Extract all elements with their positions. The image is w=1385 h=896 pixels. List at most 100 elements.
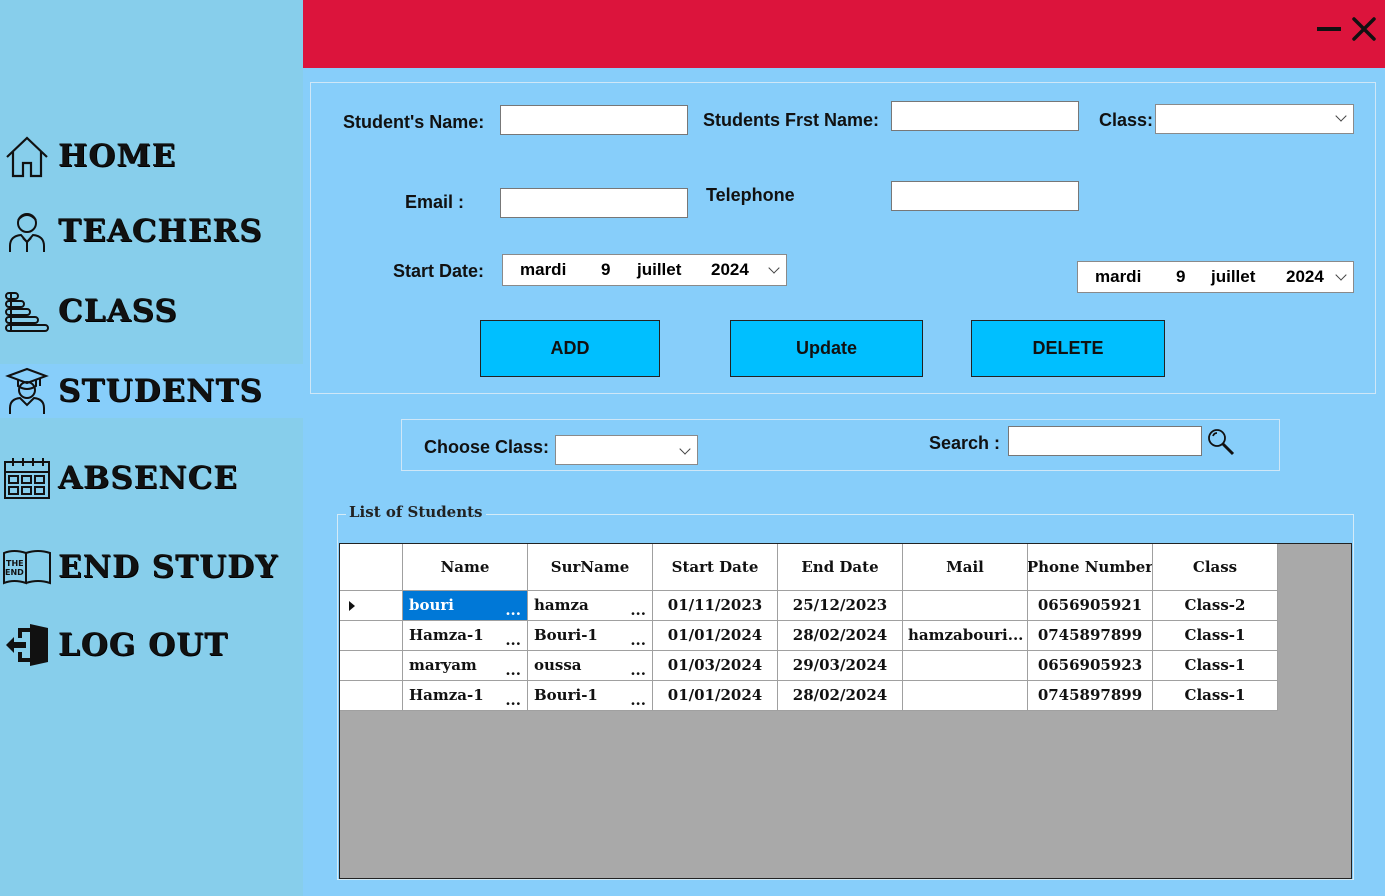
sidebar-item-log-out[interactable]: LOG OUT (0, 617, 303, 673)
table-cell-end[interactable]: 28/02/2024 (778, 681, 903, 711)
title-bar (303, 0, 1385, 68)
column-header[interactable]: Class (1153, 544, 1278, 591)
cell-text: Hamza-1 (409, 626, 484, 644)
table-cell-start[interactable]: 01/01/2024 (653, 621, 778, 651)
table-cell-mail[interactable] (903, 681, 1028, 711)
row-header[interactable] (340, 681, 403, 711)
sidebar-item-students[interactable]: STUDENTS (0, 364, 303, 418)
sidebar-item-label: END STUDY (58, 549, 279, 585)
start-date-weekday: mardi (520, 260, 567, 279)
class-label: Class: (1099, 110, 1154, 130)
svg-text:THE: THE (6, 559, 24, 568)
cell-ellipsis: ... (505, 691, 521, 709)
table-cell-end[interactable]: 28/02/2024 (778, 621, 903, 651)
student-name-label: Student's Name: (343, 112, 485, 132)
table-cell-end[interactable]: 25/12/2023 (778, 591, 903, 621)
sidebar-item-home[interactable]: HOME (0, 128, 303, 184)
table-cell-class[interactable]: Class-1 (1153, 651, 1278, 681)
table-cell-class[interactable]: Class-2 (1153, 591, 1278, 621)
search-icon[interactable] (1206, 427, 1236, 457)
first-name-input[interactable] (891, 101, 1079, 131)
sidebar-item-teachers[interactable]: TEACHERS (0, 203, 303, 259)
cell-ellipsis: ... (505, 631, 521, 649)
email-input[interactable] (500, 188, 688, 218)
column-header[interactable]: Phone Number (1028, 544, 1153, 591)
cell-ellipsis: ... (630, 691, 646, 709)
table-cell-mail[interactable] (903, 651, 1028, 681)
table-corner-cell (340, 544, 403, 591)
table-cell-phone[interactable]: 0656905923 (1028, 651, 1153, 681)
row-header[interactable] (340, 591, 403, 621)
column-header[interactable]: Start Date (653, 544, 778, 591)
table-cell-start[interactable]: 01/03/2024 (653, 651, 778, 681)
table-cell-phone[interactable]: 0745897899 (1028, 621, 1153, 651)
table-cell-end[interactable]: 29/03/2024 (778, 651, 903, 681)
sidebar: HOME TEACHERS CLASS STUDENTS ABSENCE THE… (0, 0, 303, 896)
column-header[interactable]: Name (403, 544, 528, 591)
end-date-picker[interactable]: mardi 9 juillet 2024 (1077, 261, 1354, 293)
cell-ellipsis: ... (630, 631, 646, 649)
table-cell-surname[interactable]: Bouri-1... (528, 681, 653, 711)
add-button[interactable]: ADD (480, 320, 660, 377)
students-table[interactable]: Name SurName Start Date End Date Mail Phone N… (339, 543, 1352, 879)
table-cell-name[interactable]: Hamza-1... (403, 681, 528, 711)
table-cell-surname[interactable]: Bouri-1... (528, 621, 653, 651)
cell-text: Class-2 (1184, 596, 1246, 614)
cell-ellipsis: ... (630, 661, 646, 679)
end-date-day: 9 (1176, 267, 1186, 286)
cell-text: 01/01/2024 (667, 686, 763, 704)
table-cell-phone[interactable]: 0745897899 (1028, 681, 1153, 711)
telephone-input[interactable] (891, 181, 1079, 211)
table-cell-name[interactable]: Hamza-1... (403, 621, 528, 651)
email-label: Email : (405, 192, 465, 212)
table-cell-start[interactable]: 01/01/2024 (653, 681, 778, 711)
sidebar-item-class[interactable]: CLASS (0, 283, 303, 339)
row-pointer-icon (349, 601, 355, 611)
table-cell-class[interactable]: Class-1 (1153, 621, 1278, 651)
column-header[interactable]: SurName (528, 544, 653, 591)
row-header[interactable] (340, 621, 403, 651)
end-date-year: 2024 (1286, 267, 1324, 286)
table-cell-phone[interactable]: 0656905921 (1028, 591, 1153, 621)
cell-text: oussa (534, 656, 582, 674)
minimize-button[interactable] (1315, 14, 1345, 44)
table-cell-name[interactable]: bouri... (403, 591, 528, 621)
table-cell-class[interactable]: Class-1 (1153, 681, 1278, 711)
table-cell-name[interactable]: maryam... (403, 651, 528, 681)
cell-ellipsis: ... (505, 661, 521, 679)
update-button[interactable]: Update (730, 320, 923, 377)
cell-text: 0656905921 (1037, 596, 1143, 614)
cell-text: Hamza-1 (409, 686, 484, 704)
table-cell-mail[interactable]: hamzabouri... (903, 621, 1028, 651)
table-cell-start[interactable]: 01/11/2023 (653, 591, 778, 621)
close-button[interactable] (1349, 14, 1379, 44)
students-list-title: List of Students (346, 503, 486, 521)
sidebar-item-absence[interactable]: ABSENCE (0, 450, 303, 506)
column-header[interactable]: Mail (903, 544, 1028, 591)
choose-class-select[interactable] (555, 435, 698, 465)
row-header[interactable] (340, 651, 403, 681)
cell-text: 28/02/2024 (792, 686, 888, 704)
delete-button[interactable]: DELETE (971, 320, 1165, 377)
chevron-down-icon (1335, 110, 1347, 122)
start-date-day: 9 (601, 260, 611, 279)
start-date-picker[interactable]: mardi 9 juillet 2024 (502, 254, 787, 286)
cell-text: 01/11/2023 (667, 596, 763, 614)
logout-icon (2, 620, 52, 670)
class-select[interactable] (1155, 104, 1354, 134)
student-name-input[interactable] (500, 105, 688, 135)
sidebar-item-end-study[interactable]: THE END END STUDY (0, 539, 303, 595)
cell-text: 0656905923 (1037, 656, 1143, 674)
cell-text: Bouri-1 (534, 626, 598, 644)
column-header[interactable]: End Date (778, 544, 903, 591)
search-input[interactable] (1008, 426, 1202, 456)
cell-text: hamza (534, 596, 589, 614)
table-cell-surname[interactable]: oussa... (528, 651, 653, 681)
sidebar-item-label: HOME (58, 138, 177, 174)
cell-text: 01/03/2024 (667, 656, 763, 674)
cell-ellipsis: ... (630, 601, 646, 619)
cell-text: 28/02/2024 (792, 626, 888, 644)
choose-class-label: Choose Class: (424, 437, 550, 457)
table-cell-mail[interactable] (903, 591, 1028, 621)
table-cell-surname[interactable]: hamza... (528, 591, 653, 621)
